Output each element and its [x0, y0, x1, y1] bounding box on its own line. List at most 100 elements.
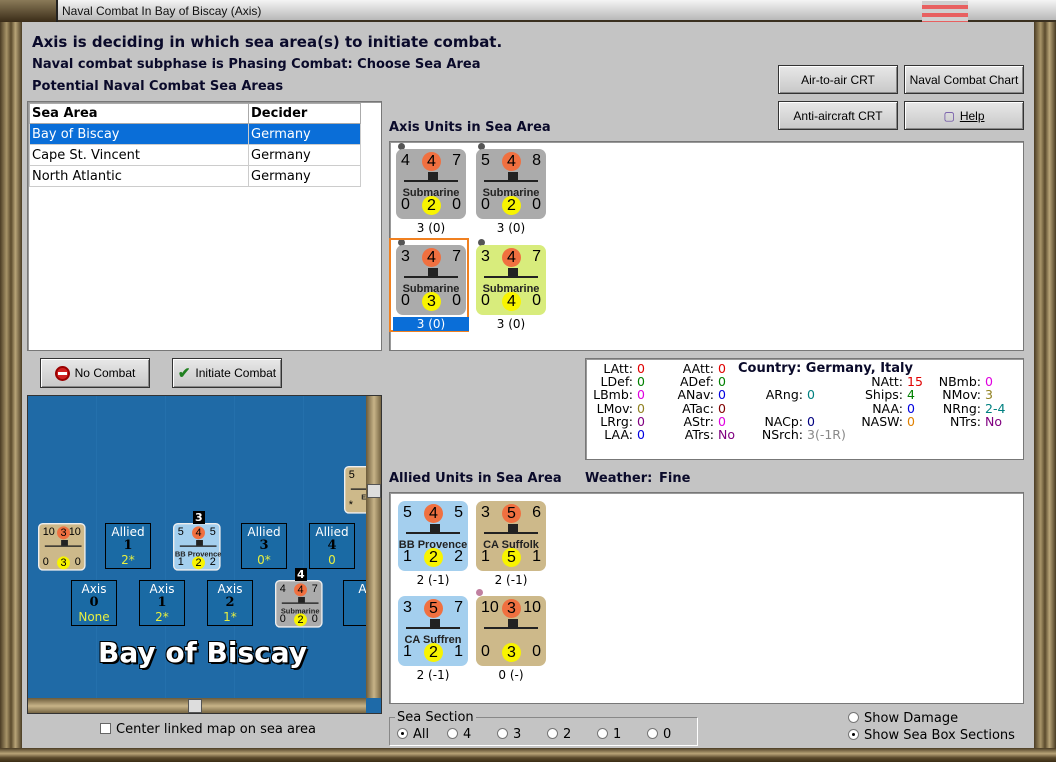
sea-box-side: Allied: [315, 525, 349, 539]
cell-decider: Germany: [248, 165, 361, 187]
stack-count-badge: 3: [193, 511, 205, 524]
unit-caption: 3 (0): [416, 221, 446, 235]
air-to-air-crt-button[interactable]: Air-to-air CRT: [778, 65, 898, 94]
col-sea-area[interactable]: Sea Area: [29, 103, 249, 124]
center-map-checkbox[interactable]: Center linked map on sea area: [100, 722, 316, 737]
counter-value-tr: 10: [523, 599, 541, 616]
radio-button[interactable]: [647, 728, 658, 739]
counter-value-tl: 5: [177, 526, 184, 538]
sea-section-radio-0[interactable]: 0: [647, 727, 697, 742]
sea-box-num: 4: [327, 538, 337, 553]
help-button[interactable]: ▢ Help: [904, 101, 1024, 130]
stat-label: NASW:: [861, 413, 903, 429]
axis-sea-box[interactable]: Axis 1 2*: [139, 580, 185, 626]
button-label: Initiate Combat: [195, 366, 277, 380]
allied-sea-box[interactable]: Allied 3 0*: [241, 523, 287, 569]
no-combat-button[interactable]: No Combat: [40, 358, 150, 388]
unit-counter[interactable]: 3 7 0 0 4 4 Submarine: [476, 245, 546, 315]
ship-silhouette-icon: [484, 524, 538, 534]
frame-right: [1034, 22, 1056, 748]
unit-name: Submarine: [280, 607, 320, 616]
initiate-combat-button[interactable]: ✔ Initiate Combat: [172, 358, 282, 388]
stat-label: ATrs:: [684, 427, 714, 442]
counter-value-tr: 8: [532, 152, 541, 169]
counter-value-tl: 10: [481, 599, 499, 616]
attack-circle: 5: [502, 504, 521, 523]
map-vertical-scrollbar[interactable]: [366, 396, 381, 698]
sea-area-map[interactable]: Allied 1 2* Allied 3 0* Allied 4 0 Axis 0 None Axis 1…: [27, 395, 382, 714]
sea-section-radio-2[interactable]: 2: [547, 727, 597, 742]
sea-box-num: 0: [89, 595, 99, 610]
allied-sea-box[interactable]: Allied 4 0: [309, 523, 355, 569]
show-sections-radio[interactable]: Show Sea Box Sections: [848, 728, 1015, 743]
table-row[interactable]: Bay of Biscay Germany: [29, 123, 361, 145]
cell-sea-area: Cape St. Vincent: [29, 144, 249, 166]
radio-button[interactable]: [597, 728, 608, 739]
radio-button[interactable]: [848, 729, 859, 740]
table-row[interactable]: North Atlantic Germany: [29, 165, 361, 187]
unit-counter[interactable]: 4 7 0 0 4 2 Submarine: [396, 149, 466, 219]
radio-button[interactable]: [497, 728, 508, 739]
unit-counter[interactable]: 10 10 0 0 3 3: [38, 523, 86, 571]
country-label: Country: Germany, Italy: [738, 361, 913, 376]
sea-section-radio-all[interactable]: All: [397, 727, 447, 742]
unit-name: Submarine: [482, 283, 540, 295]
axis-sea-box[interactable]: Axis 0 None: [71, 580, 117, 626]
frame-bottom: [0, 748, 1056, 762]
stat-value: No: [718, 427, 735, 442]
naval-combat-chart-button[interactable]: Naval Combat Chart: [904, 65, 1024, 94]
window-title: Naval Combat In Bay of Biscay (Axis): [62, 4, 262, 18]
checkbox-box[interactable]: [100, 723, 111, 734]
scroll-thumb[interactable]: [188, 699, 202, 713]
radio-button[interactable]: [397, 728, 408, 739]
axis-sea-box[interactable]: Axis 2 1*: [207, 580, 253, 626]
anti-aircraft-crt-button[interactable]: Anti-aircraft CRT: [778, 101, 898, 130]
frame-left: [0, 22, 22, 748]
attack-circle: 4: [502, 248, 521, 267]
allied-sea-box[interactable]: Allied 1 2*: [105, 523, 151, 569]
counter-value-tr: 6: [532, 504, 541, 521]
checkbox-label: Center linked map on sea area: [116, 722, 316, 737]
col-decider[interactable]: Decider: [248, 103, 361, 124]
counter-value-tr: 7: [532, 248, 541, 265]
show-damage-radio[interactable]: Show Damage: [848, 711, 958, 726]
radio-label: 4: [463, 727, 472, 742]
radio-label: 1: [613, 727, 622, 742]
sea-section-radio-3[interactable]: 3: [497, 727, 547, 742]
radio-button[interactable]: [848, 712, 859, 723]
counter-value-tl: 3: [403, 599, 412, 616]
unit-counter[interactable]: 5 8 0 0 4 2 Submarine: [476, 149, 546, 219]
unit-counter[interactable]: 5 5 1 2 4 2 BB Provence: [173, 523, 221, 571]
counter-value-bl: 0: [481, 643, 490, 660]
unit-counter[interactable]: 5 5 1 2 4 2 BB Provence: [398, 501, 468, 571]
defense-circle: 3: [502, 643, 521, 662]
counter-value-tr: 10: [68, 526, 81, 538]
checkmark-icon: ✔: [177, 365, 191, 382]
window-menu-button[interactable]: [0, 0, 58, 22]
sea-box-side: Axis: [217, 582, 243, 596]
unit-counter[interactable]: 3 7 1 1 5 2 CA Suffren: [398, 596, 468, 666]
scroll-thumb[interactable]: [367, 484, 381, 498]
unit-counter[interactable]: 3 6 1 1 5 5 CA Suffolk: [476, 501, 546, 571]
radio-button[interactable]: [547, 728, 558, 739]
cell-sea-area: Bay of Biscay: [29, 123, 249, 145]
sea-section-radio-4[interactable]: 4: [447, 727, 497, 742]
ship-silhouette-icon: [484, 172, 538, 182]
radio-label: 3: [513, 727, 522, 742]
stack-count-badge: 4: [295, 568, 307, 581]
sea-section-radio-1[interactable]: 1: [597, 727, 647, 742]
map-horizontal-scrollbar[interactable]: [28, 698, 366, 713]
unit-name: CA Suffren: [404, 634, 462, 646]
button-label: No Combat: [74, 366, 136, 380]
radio-button[interactable]: [447, 728, 458, 739]
unit-counter[interactable]: 4 7 0 0 4 2 Submarine: [275, 580, 323, 628]
unit-counter[interactable]: 10 10 0 0 3 3: [476, 596, 546, 666]
counter-value-tl: 5: [348, 469, 355, 481]
attack-circle: 4: [502, 152, 521, 171]
button-label: Air-to-air CRT: [801, 72, 875, 87]
no-entry-icon: [54, 365, 70, 381]
table-row[interactable]: Cape St. Vincent Germany: [29, 144, 361, 166]
cell-decider: Germany: [248, 123, 361, 145]
counter-value-br: 0: [532, 643, 541, 660]
defense-circle: 3: [57, 556, 70, 570]
